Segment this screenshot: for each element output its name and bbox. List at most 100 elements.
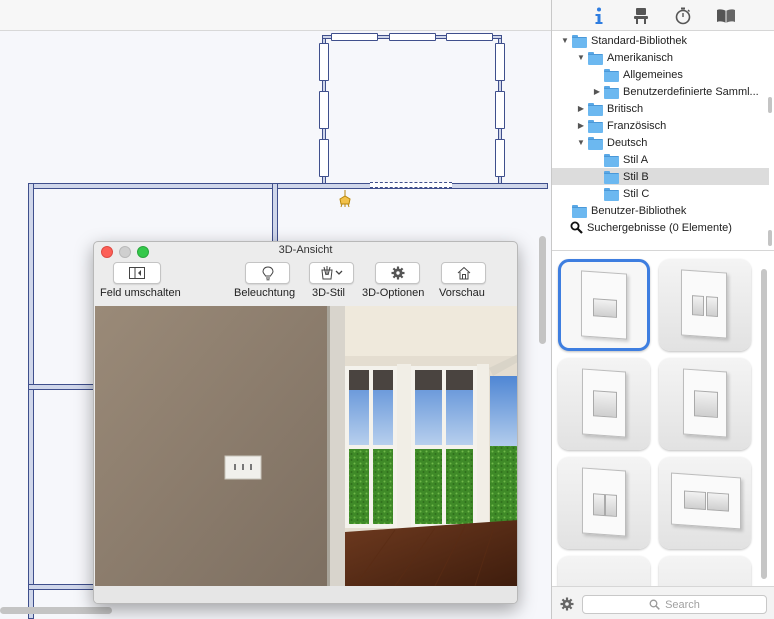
tree-item-custom-collection[interactable]: ▶ Benutzerdefinierte Samml... [552, 83, 769, 100]
tree-item-style-c[interactable]: Stil C [552, 185, 769, 202]
3d-scene [95, 306, 517, 586]
tree-item-american[interactable]: ▼ Amerikanisch [552, 49, 769, 66]
switch-rocker [692, 295, 704, 316]
switch-plate [582, 467, 626, 537]
wall-segment[interactable] [28, 384, 94, 390]
toggle-panel-label: Feld umschalten [100, 287, 181, 299]
gear-icon[interactable] [560, 597, 574, 611]
window-panel[interactable] [495, 91, 505, 129]
disclosure-open-icon[interactable]: ▼ [576, 138, 586, 148]
library-item-thumbnail[interactable] [659, 259, 751, 351]
switch-rocker [706, 296, 718, 317]
folder-icon [588, 102, 603, 116]
house-icon [457, 266, 470, 280]
tree-item-german[interactable]: ▼ Deutsch [552, 134, 769, 151]
library-item-thumbnail[interactable] [659, 457, 751, 549]
tree-item-label: Standard-Bibliothek [591, 34, 688, 47]
canvas-vertical-scrollbar[interactable] [539, 236, 546, 344]
window-panel[interactable] [389, 33, 436, 41]
3d-render-view[interactable] [95, 306, 517, 586]
3d-options-label: 3D-Optionen [362, 287, 425, 299]
window-panel[interactable] [319, 43, 329, 81]
wall-segment[interactable] [28, 183, 548, 189]
tree-item-general[interactable]: Allgemeines [552, 66, 769, 83]
switch-rocker [605, 494, 617, 517]
tab-library[interactable] [715, 6, 737, 26]
window-panel[interactable] [319, 139, 329, 177]
wall-segment[interactable] [28, 584, 94, 590]
ceiling-lamp-icon[interactable] [337, 190, 353, 208]
tree-item-label: Benutzer-Bibliothek [591, 204, 687, 217]
canvas-horizontal-scrollbar[interactable] [0, 607, 112, 614]
window-panel[interactable] [446, 33, 493, 41]
preview-button[interactable] [441, 262, 486, 284]
library-item-thumbnail[interactable] [558, 556, 650, 586]
library-item-thumbnail[interactable] [558, 259, 650, 351]
window-title: 3D-Ansicht [278, 244, 333, 256]
tree-item-style-a[interactable]: Stil A [552, 151, 769, 168]
panel-toggle-icon [129, 267, 145, 279]
3d-style-label: 3D-Stil [312, 287, 346, 299]
disclosure-open-icon[interactable]: ▼ [560, 36, 570, 46]
window-panel[interactable] [331, 33, 378, 41]
tree-scrollbar[interactable] [768, 97, 772, 113]
grid-scrollbar[interactable] [761, 269, 767, 579]
switch-rocker [694, 390, 718, 418]
tab-info[interactable] [588, 6, 610, 26]
window-bottom-bar [94, 586, 517, 603]
search-placeholder: Search [665, 598, 700, 611]
folder-icon [604, 187, 619, 201]
tab-furniture[interactable] [630, 6, 652, 26]
library-item-thumbnail[interactable] [558, 457, 650, 549]
tree-item-standard-library[interactable]: ▼ Standard-Bibliothek [552, 32, 769, 49]
library-sidebar: ▼ Standard-Bibliothek ▼ Amerikanisch All… [551, 0, 774, 619]
window-opening[interactable] [370, 182, 452, 188]
tree-item-label: Allgemeines [623, 68, 683, 81]
magnifier-icon [570, 221, 583, 234]
tree-item-label: Stil B [623, 170, 649, 183]
switch-rocker [707, 492, 729, 512]
wall-segment[interactable] [28, 183, 34, 619]
search-input[interactable]: Search [582, 595, 767, 614]
library-tree[interactable]: ▼ Standard-Bibliothek ▼ Amerikanisch All… [552, 32, 774, 246]
library-item-thumbnail[interactable] [558, 358, 650, 450]
library-item-thumbnail[interactable] [659, 358, 751, 450]
wall-segment[interactable] [272, 183, 278, 243]
window-panel[interactable] [495, 139, 505, 177]
3d-options-button[interactable] [375, 262, 420, 284]
tree-scrollbar[interactable] [768, 230, 772, 246]
disclosure-closed-icon[interactable]: ▶ [576, 121, 586, 131]
folder-icon [604, 68, 619, 82]
gear-icon [391, 266, 404, 280]
library-thumbnail-grid[interactable] [552, 250, 774, 586]
switch-plate [681, 269, 727, 339]
tree-item-search-results[interactable]: Suchergebnisse (0 Elemente) [552, 219, 769, 236]
library-item-thumbnail[interactable] [659, 556, 751, 586]
tree-item-style-b[interactable]: Stil B [552, 168, 769, 185]
chair-icon [634, 8, 648, 24]
disclosure-closed-icon[interactable]: ▶ [592, 87, 602, 97]
disclosure-open-icon[interactable]: ▼ [576, 53, 586, 63]
window-panel[interactable] [319, 91, 329, 129]
3d-view-window[interactable]: 3D-Ansicht Feld umschalten Beleuchtung 3… [93, 241, 518, 604]
book-icon [717, 9, 735, 23]
disclosure-closed-icon[interactable]: ▶ [576, 104, 586, 114]
toggle-panel-button[interactable] [113, 262, 161, 284]
tree-item-label: Suchergebnisse (0 Elemente) [587, 221, 732, 234]
folder-icon [572, 204, 587, 218]
folder-icon [588, 119, 603, 133]
tab-timer[interactable] [672, 6, 694, 26]
lightbulb-icon [261, 265, 274, 280]
tree-item-british[interactable]: ▶ Britisch [552, 100, 769, 117]
3d-style-button[interactable] [309, 262, 354, 284]
folder-icon [604, 170, 619, 184]
switch-rocker [593, 298, 617, 318]
tree-item-french[interactable]: ▶ Französisch [552, 117, 769, 134]
tree-item-user-library[interactable]: Benutzer-Bibliothek [552, 202, 769, 219]
window-panel[interactable] [495, 43, 505, 81]
lighting-button[interactable] [245, 262, 290, 284]
